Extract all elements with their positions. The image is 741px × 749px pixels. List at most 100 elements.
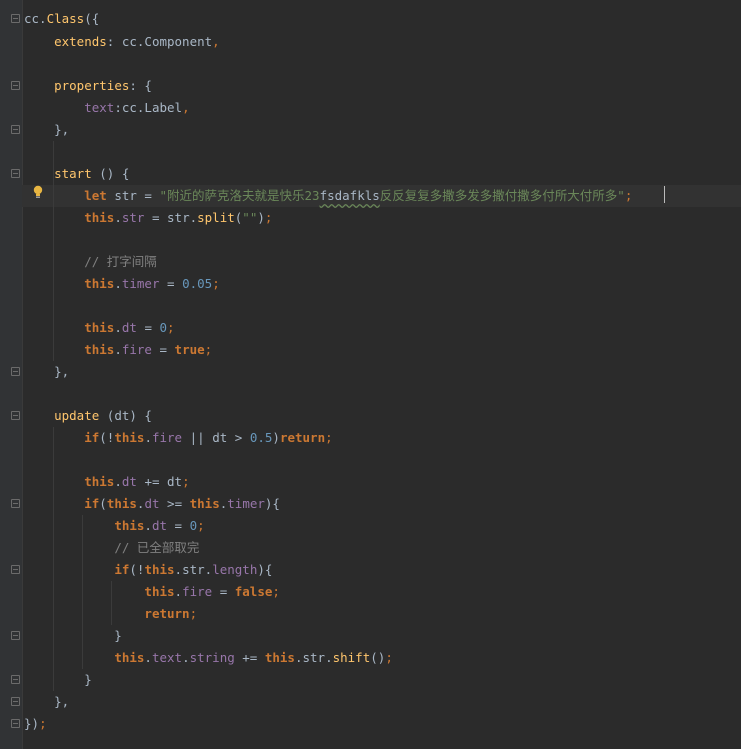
code-token: 反反复复多撒多发多撒付撒多付所大付所多": [379, 188, 625, 203]
code-line[interactable]: },: [24, 119, 69, 141]
code-area[interactable]: cc.Class({ extends: cc.Component, proper…: [0, 0, 741, 749]
code-token: ;: [189, 606, 198, 621]
code-token: (dt) {: [99, 408, 152, 423]
code-token: this: [144, 584, 175, 599]
code-token: .: [174, 584, 183, 599]
code-line[interactable]: this.dt += dt;: [24, 471, 189, 493]
code-token: .: [114, 320, 122, 335]
code-line[interactable]: // 已全部取完: [24, 537, 199, 559]
code-line[interactable]: this.dt = 0;: [24, 515, 205, 537]
code-token: text: [151, 650, 183, 665]
code-line[interactable]: cc.Class({: [24, 8, 99, 30]
code-token: this: [84, 320, 115, 335]
code-token: true: [174, 342, 205, 357]
code-token: ;: [204, 342, 213, 357]
code-line[interactable]: }: [24, 625, 122, 647]
code-token: ,: [212, 34, 220, 49]
text-caret: [664, 186, 665, 203]
code-token: ){: [257, 562, 273, 577]
code-token: .: [144, 518, 152, 533]
code-token: ;: [197, 518, 205, 533]
code-token: this: [84, 276, 115, 291]
code-line[interactable]: },: [24, 691, 69, 713]
code-token: =: [212, 584, 235, 599]
code-token: .: [182, 650, 190, 665]
code-token: ;: [385, 650, 393, 665]
code-token: fire: [121, 342, 152, 357]
code-line[interactable]: extends: cc.Component,: [24, 31, 220, 53]
code-line[interactable]: start () {: [24, 163, 129, 185]
code-token: (!: [99, 430, 115, 445]
code-token: let: [84, 188, 107, 203]
code-token: += dt: [136, 474, 183, 489]
code-line[interactable]: },: [24, 361, 69, 383]
code-token: +=: [234, 650, 265, 665]
code-line[interactable]: update (dt) {: [24, 405, 152, 427]
code-line[interactable]: this.str = str.split("");: [24, 207, 272, 229]
code-token: if: [84, 430, 100, 445]
code-token: ({: [84, 11, 100, 26]
code-token: dt: [151, 518, 168, 533]
code-token: 0.05: [182, 276, 213, 291]
code-line[interactable]: if(!this.str.length){: [24, 559, 272, 581]
code-token: Class: [46, 11, 85, 26]
code-line[interactable]: }: [24, 669, 92, 691]
code-token: dt: [121, 320, 137, 335]
code-token: }): [24, 716, 40, 731]
code-token: (): [370, 650, 386, 665]
code-line[interactable]: if(this.dt >= this.timer){: [24, 493, 280, 515]
code-token: },: [24, 122, 70, 137]
code-token: >=: [159, 496, 190, 511]
code-token: .: [114, 474, 122, 489]
code-token: this: [144, 562, 175, 577]
code-token: fsdafkls: [319, 188, 380, 203]
code-token: this: [114, 430, 145, 445]
code-token: fire: [182, 584, 213, 599]
code-token: 0: [159, 320, 168, 335]
code-token: cc.: [24, 11, 47, 26]
code-token: ,: [182, 100, 190, 115]
code-line[interactable]: this.timer = 0.05;: [24, 273, 220, 295]
code-token: this: [189, 496, 220, 511]
code-line[interactable]: // 打字间隔: [24, 251, 157, 273]
code-token: =: [136, 320, 160, 335]
code-token: properties: [54, 78, 130, 93]
code-line[interactable]: return;: [24, 603, 197, 625]
code-token: .: [144, 430, 152, 445]
code-token: this: [114, 518, 145, 533]
code-line[interactable]: this.fire = false;: [24, 581, 280, 603]
code-line[interactable]: text:cc.Label,: [24, 97, 190, 119]
code-line[interactable]: let str = "附近的萨克洛夫就是快乐23fsdafkls反反复复多撒多发…: [24, 185, 632, 207]
code-token: :cc.Label: [114, 100, 183, 115]
code-token: if: [114, 562, 130, 577]
code-token: ;: [167, 320, 175, 335]
code-token: }: [24, 628, 122, 643]
code-line[interactable]: this.dt = 0;: [24, 317, 175, 339]
code-token: },: [24, 694, 70, 709]
code-token: ;: [212, 276, 220, 291]
code-token: this: [84, 474, 115, 489]
code-line[interactable]: if(!this.fire || dt > 0.5)return;: [24, 427, 332, 449]
code-token: =: [151, 342, 175, 357]
code-editor[interactable]: cc.Class({ extends: cc.Component, proper…: [0, 0, 741, 749]
code-token: return: [144, 606, 190, 621]
code-line[interactable]: });: [24, 713, 47, 735]
code-line[interactable]: this.text.string += this.str.shift();: [24, 647, 393, 669]
code-token: }: [24, 672, 92, 687]
code-token: .: [114, 276, 122, 291]
code-token: extends: [54, 34, 107, 49]
code-line[interactable]: this.fire = true;: [24, 339, 212, 361]
code-token: "": [242, 210, 258, 225]
code-line[interactable]: properties: {: [24, 75, 152, 97]
